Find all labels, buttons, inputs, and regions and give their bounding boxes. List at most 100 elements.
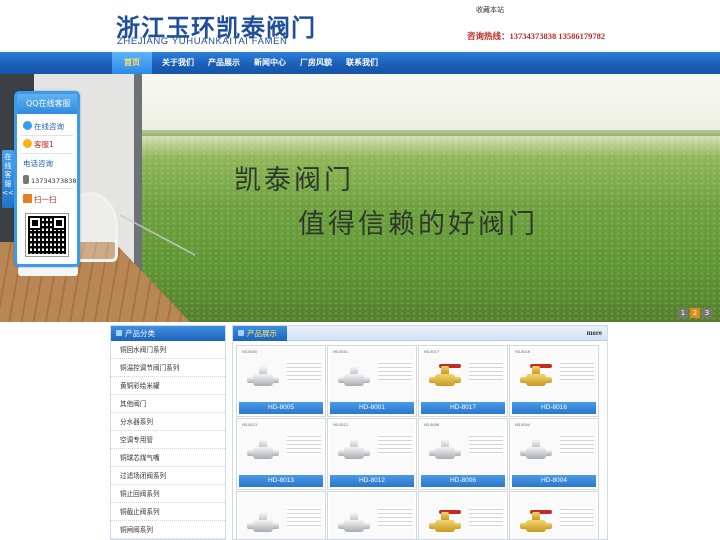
service-label: 客服1: [34, 140, 54, 149]
phone-consult-title: 电话咨询: [23, 159, 53, 168]
product-image[interactable]: HD-8017: [421, 348, 505, 402]
product-card[interactable]: HD-8012 HD-8012: [327, 418, 417, 490]
product-image[interactable]: HD-8012: [330, 421, 414, 475]
slider-pagination: 1 2 3: [678, 308, 712, 318]
product-code-small: HD-8016: [515, 350, 531, 354]
nav-item-home[interactable]: 首页: [112, 52, 152, 74]
product-specs-lines: [469, 506, 503, 528]
product-card[interactable]: HD-8001 HD-8001: [327, 345, 417, 417]
nav-item-products[interactable]: 产品展示: [202, 52, 246, 74]
slider-dot-2[interactable]: 2: [690, 308, 700, 318]
product-label[interactable]: HD-8017: [421, 402, 505, 414]
category-item[interactable]: 铜温控调节阀门系列: [111, 359, 225, 377]
product-image[interactable]: HD-8005: [239, 348, 323, 402]
category-item[interactable]: 铜回水阀门系列: [111, 341, 225, 359]
valve-illustration: [429, 437, 461, 467]
hotline-numbers: 13734373838 13586179782: [509, 31, 606, 41]
valve-body: [435, 520, 455, 532]
valve-body: [344, 447, 364, 459]
valve-body: [435, 374, 455, 386]
product-code-small: HD-8005: [242, 350, 258, 354]
product-card[interactable]: HD-8002: [327, 491, 417, 539]
product-label[interactable]: HD-8013: [239, 475, 323, 487]
product-image[interactable]: HD-8006: [421, 421, 505, 475]
valve-illustration: [429, 364, 461, 394]
category-item[interactable]: 空调专用管: [111, 431, 225, 449]
product-card[interactable]: HD-8016 HD-8016: [509, 345, 599, 417]
product-image[interactable]: [239, 494, 323, 539]
product-card[interactable]: HD-8013 HD-8013: [236, 418, 326, 490]
valve-body: [253, 447, 273, 459]
valve-illustration: [520, 364, 552, 394]
category-item[interactable]: 黄铜彩绘米罐: [111, 377, 225, 395]
valve-body: [344, 520, 364, 532]
nav-item-factory[interactable]: 厂房风貌: [294, 52, 338, 74]
product-card[interactable]: HD-8004 HD-8004: [509, 418, 599, 490]
product-card[interactable]: HD-8001: [236, 491, 326, 539]
product-label[interactable]: HD-8016: [512, 402, 596, 414]
product-specs-lines: [560, 360, 594, 382]
product-specs-lines: [378, 433, 412, 455]
nav-item-contact[interactable]: 联系我们: [340, 52, 384, 74]
product-image[interactable]: HD-8016: [512, 348, 596, 402]
product-label[interactable]: HD-8006: [421, 475, 505, 487]
valve-illustration: [247, 437, 279, 467]
product-label[interactable]: HD-8004: [512, 475, 596, 487]
qq-panel-title: QQ在线客服: [17, 94, 77, 114]
nav-item-about[interactable]: 关于我们: [156, 52, 200, 74]
online-consult-link[interactable]: 在线咨询: [23, 121, 64, 132]
product-code-small: HD-8017: [424, 350, 440, 354]
product-image[interactable]: [512, 494, 596, 539]
category-item[interactable]: 铜截止阀系列: [111, 503, 225, 521]
product-specs-lines: [560, 506, 594, 528]
product-card[interactable]: HD-8009: [418, 491, 508, 539]
product-code-small: HD-8013: [242, 423, 258, 427]
product-specs-lines: [378, 506, 412, 528]
hotline-label: 咨询热线：: [467, 31, 510, 41]
product-specs-lines: [469, 360, 503, 382]
valve-illustration: [338, 510, 370, 539]
valve-body: [526, 520, 546, 532]
slider-dot-1[interactable]: 1: [678, 308, 688, 318]
banner-slider[interactable]: 凯泰阀门 值得信赖的好阀门 1 2 3: [0, 74, 720, 322]
product-specs-lines: [287, 433, 321, 455]
product-image[interactable]: HD-8013: [239, 421, 323, 475]
slider-dot-3[interactable]: 3: [702, 308, 712, 318]
product-card[interactable]: HD-8017 HD-8017: [418, 345, 508, 417]
product-label[interactable]: HD-8005: [239, 402, 323, 414]
scan-label: 扫一扫: [34, 195, 57, 204]
product-image[interactable]: [330, 494, 414, 539]
valve-illustration: [520, 437, 552, 467]
category-item[interactable]: 铜闸阀系列: [111, 521, 225, 539]
qq-divider: [21, 135, 73, 136]
favorite-link[interactable]: 收藏本站: [476, 5, 504, 15]
product-specs-lines: [560, 433, 594, 455]
category-item[interactable]: 过滤场闭阀系列: [111, 467, 225, 485]
product-card[interactable]: HD-8005 HD-8005: [236, 345, 326, 417]
product-label[interactable]: HD-8012: [330, 475, 414, 487]
valve-body: [526, 447, 546, 459]
more-link[interactable]: more: [587, 326, 602, 341]
online-service-tab[interactable]: 在线客服 <<: [2, 150, 14, 208]
category-item[interactable]: 分水器系列: [111, 413, 225, 431]
product-image[interactable]: HD-8004: [512, 421, 596, 475]
online-consult-label: 在线咨询: [34, 122, 64, 131]
valve-illustration: [247, 510, 279, 539]
nav-item-news[interactable]: 新闻中心: [248, 52, 292, 74]
product-card[interactable]: HD-8014: [509, 491, 599, 539]
service-qq-link[interactable]: 客服1: [23, 139, 54, 150]
product-image[interactable]: HD-8001: [330, 348, 414, 402]
online-service-tab-label: 在线客服: [4, 153, 12, 188]
product-label[interactable]: HD-8001: [330, 402, 414, 414]
product-card[interactable]: HD-8006 HD-8006: [418, 418, 508, 490]
product-image[interactable]: [421, 494, 505, 539]
category-item[interactable]: 铜球芯煤气嘴: [111, 449, 225, 467]
valve-illustration: [429, 510, 461, 539]
chat-bubble-icon: [23, 121, 32, 130]
category-item[interactable]: 其他阀门: [111, 395, 225, 413]
qq-divider: [21, 188, 73, 189]
valve-body: [435, 447, 455, 459]
category-item[interactable]: 铜止回阀系列: [111, 485, 225, 503]
phone-number: 13734373838: [23, 175, 77, 185]
pencil-icon: [23, 194, 32, 203]
